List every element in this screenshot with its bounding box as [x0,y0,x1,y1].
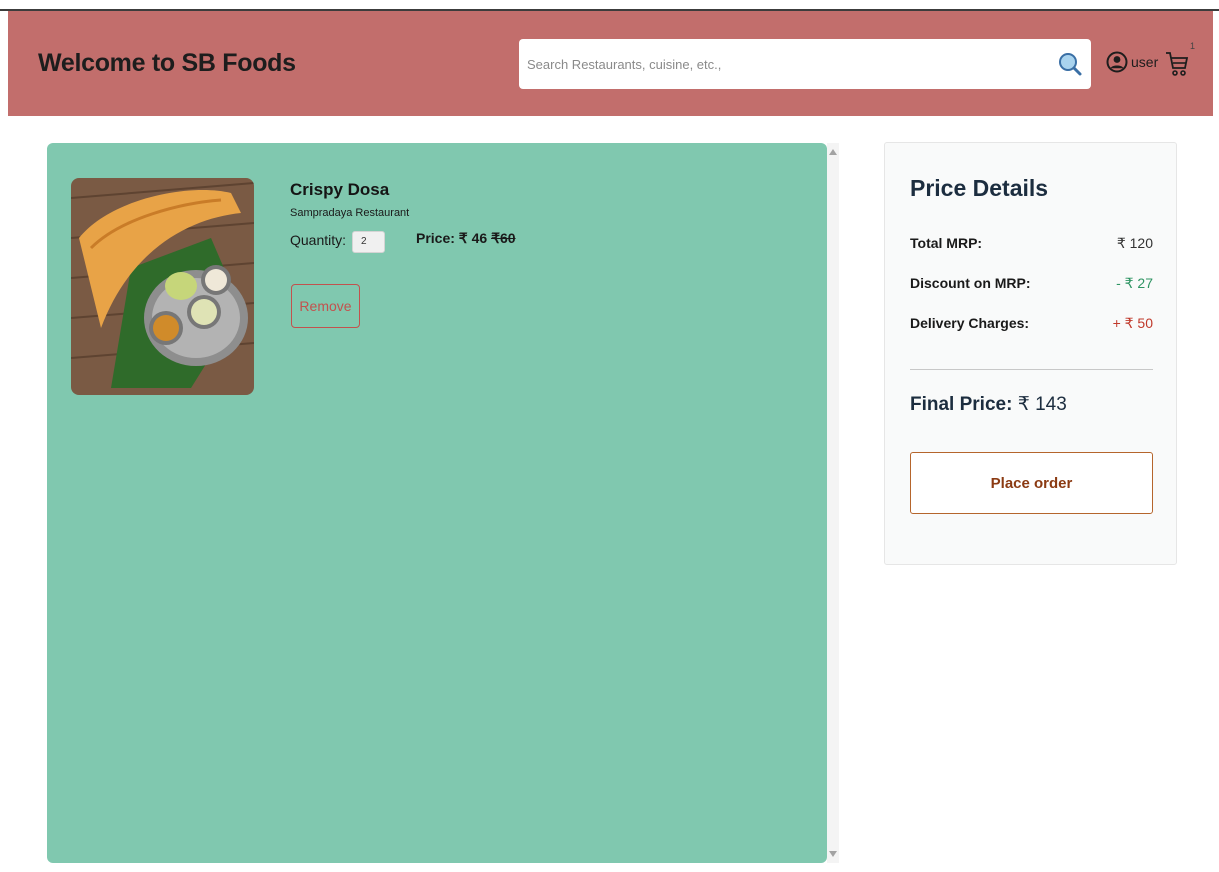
total-mrp-row: Total MRP: ₹ 120 [910,235,1153,252]
discount-value: - ₹ 27 [1116,275,1153,291]
item-name: Crispy Dosa [290,180,390,199]
discount-label: Discount on MRP: [910,275,1031,291]
cart-count-badge: 1 [1190,41,1196,51]
quantity-field[interactable]: 2 [352,231,385,253]
search-input[interactable] [527,39,1047,89]
user-menu[interactable]: user [1106,51,1158,73]
remove-item-button[interactable]: Remove [291,284,360,328]
price-divider [910,369,1153,370]
item-restaurant: Sampradaya Restaurant [290,207,410,219]
app-header: Welcome to SB Foods user [8,11,1213,116]
item-image-dosa [71,178,254,395]
item-price-original: ₹60 [491,230,516,246]
cart-icon[interactable] [1163,49,1191,79]
price-details-title: Price Details [910,175,1049,201]
price-details-panel: Price Details Total MRP: ₹ 120 Discount … [884,142,1177,565]
total-mrp-value: ₹ 120 [1116,235,1153,251]
total-mrp-label: Total MRP: [910,235,983,251]
scroll-down-arrow-icon[interactable] [829,851,837,857]
delivery-value: + ₹ 50 [1112,315,1153,331]
scroll-up-arrow-icon[interactable] [829,149,837,155]
final-price-value: ₹ 143 [1017,394,1067,415]
quantity-label: Quantity: [290,232,347,248]
discount-row: Discount on MRP: - ₹ 27 [910,275,1153,292]
place-order-button[interactable]: Place order [910,452,1153,514]
delivery-label: Delivery Charges: [910,315,1030,331]
final-price-label: Final Price: [910,394,1013,415]
item-price: Price: ₹ 46 ₹60 [416,230,516,247]
final-price: Final Price: ₹ 143 [910,393,1067,416]
brand-title: Welcome to SB Foods [38,49,296,77]
search-bar [519,39,1091,89]
search-icon[interactable] [1057,51,1083,77]
cart-scrollbar[interactable] [827,143,839,863]
user-label: user [1131,54,1159,70]
item-price-current: Price: ₹ 46 [416,230,488,246]
user-icon [1106,51,1128,73]
delivery-row: Delivery Charges: + ₹ 50 [910,315,1153,332]
